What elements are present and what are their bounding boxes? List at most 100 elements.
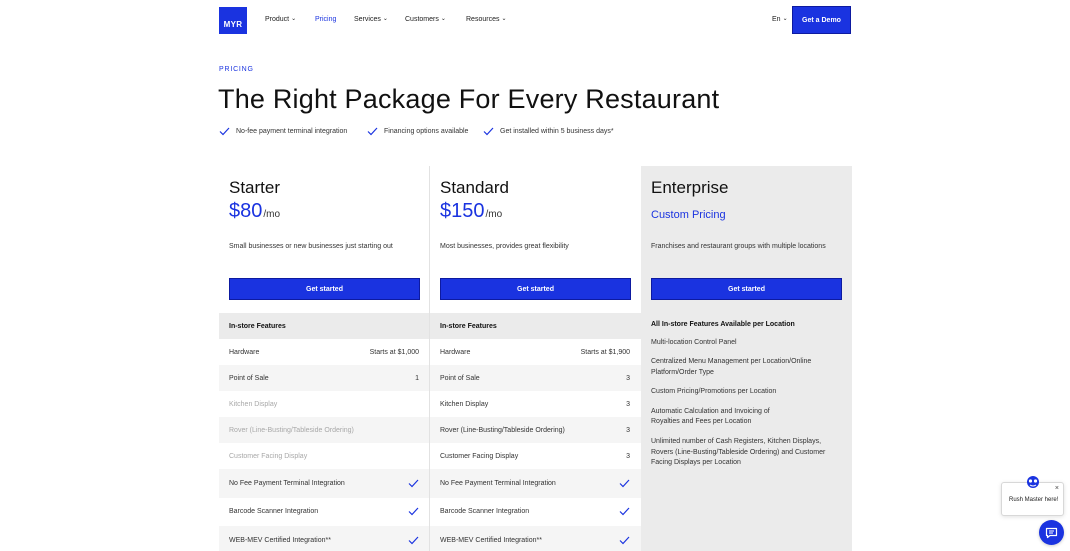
chat-icon: [1045, 527, 1058, 538]
feature-label: WEB-MEV Certified Integration**: [440, 536, 542, 544]
feature-label: Customer Facing Display: [229, 452, 308, 460]
feature-label: Barcode Scanner Integration: [440, 508, 530, 516]
plan-price-amount: $80: [229, 200, 263, 222]
get-started-button[interactable]: Get started: [229, 278, 420, 300]
nav-item-label: Services: [354, 16, 381, 23]
plan-name: Starter: [229, 178, 281, 197]
hero-bullet: No-fee payment terminal integration: [219, 127, 347, 136]
close-icon[interactable]: ×: [1055, 485, 1059, 492]
plan-description: Franchises and restaurant groups with mu…: [651, 243, 826, 250]
feature-table: In-store Features Hardware Starts at $1,0…: [219, 313, 430, 551]
list-item: Custom Pricing/Promotions per Location: [651, 388, 777, 396]
check-icon: [408, 536, 419, 545]
chat-avatar-icon: [1027, 476, 1039, 488]
list-item: Centralized Menu Management per Location…: [651, 358, 812, 377]
feature-label: Kitchen Display: [229, 400, 278, 408]
plan-enterprise: Enterprise Custom Pricing Franchises and…: [641, 166, 852, 551]
feature-row: Customer Facing Display: [219, 443, 430, 469]
hero-bullets: No-fee payment terminal integration Fina…: [219, 127, 739, 141]
plan-price-period: /mo: [263, 209, 281, 220]
list-item: Unlimited number of Cash Registers, Kitc…: [651, 437, 826, 467]
nav-item-label: Resources: [466, 16, 500, 23]
feature-value: Starts at $1,900: [580, 348, 630, 356]
nav-item-label: Product: [265, 16, 290, 23]
feature-value: 3: [626, 452, 630, 460]
nav-item-customers[interactable]: Customers ⌄: [405, 16, 446, 23]
plan-description: Small businesses or new businesses just …: [229, 243, 393, 250]
nav-item-services[interactable]: Services ⌄: [354, 16, 388, 23]
plan-price: Custom Pricing: [651, 209, 726, 221]
feature-row: Hardware Starts at $1,900: [430, 339, 641, 365]
plan-name: Enterprise: [651, 178, 729, 197]
feature-label: Customer Facing Display: [440, 452, 519, 460]
hero-bullet-text: Financing options available: [384, 128, 469, 135]
feature-table-heading: In-store Features: [219, 313, 430, 339]
chevron-down-icon: ⌄: [501, 16, 507, 22]
feature-value: 3: [626, 400, 630, 408]
chat-launcher-button[interactable]: [1039, 520, 1064, 545]
check-icon: [619, 536, 630, 545]
top-nav: MYR Product ⌄ Pricing Services ⌄ Customers…: [0, 0, 1070, 41]
feature-label: Rover (Line-Busting/Tableside Ordering): [229, 426, 354, 434]
feature-row: Point of Sale 3: [430, 365, 641, 391]
plan-standard: Standard $150/mo Most businesses, provid…: [430, 166, 641, 551]
plan-price: $150/mo: [440, 200, 502, 223]
feature-row: Rover (Line-Busting/Tableside Ordering) 3: [430, 417, 641, 443]
get-started-button[interactable]: Get started: [440, 278, 631, 300]
check-icon: [619, 507, 630, 516]
plan-name: Standard: [440, 178, 509, 197]
check-icon: [483, 127, 494, 136]
check-icon: [408, 507, 419, 516]
get-started-button[interactable]: Get started: [651, 278, 842, 300]
check-icon: [219, 127, 230, 136]
feature-table: In-store Features Hardware Starts at $1,9…: [430, 313, 641, 551]
feature-row: Barcode Scanner Integration: [430, 498, 641, 527]
hero-bullet-text: Get installed within 5 business days*: [500, 128, 614, 135]
feature-row: Kitchen Display: [219, 391, 430, 417]
nav-item-label: Pricing: [315, 16, 337, 23]
feature-label: No Fee Payment Terminal Integration: [440, 479, 556, 487]
feature-value: 1: [415, 374, 419, 382]
feature-table-heading: In-store Features: [430, 313, 641, 339]
feature-label: No Fee Payment Terminal Integration: [229, 479, 345, 487]
nav-item-label: Customers: [405, 16, 439, 23]
nav-item-pricing[interactable]: Pricing: [315, 16, 336, 23]
feature-value: 3: [626, 374, 630, 382]
feature-label: Point of Sale: [440, 374, 480, 382]
check-icon: [367, 127, 378, 136]
feature-row: No Fee Payment Terminal Integration: [219, 469, 430, 498]
feature-value: Starts at $1,000: [369, 348, 419, 356]
language-label: En: [772, 16, 781, 23]
feature-value: 3: [626, 426, 630, 434]
feature-row: Barcode Scanner Integration: [219, 498, 430, 527]
plan-starter: Starter $80/mo Small businesses or new b…: [219, 166, 430, 551]
nav-item-product[interactable]: Product ⌄: [265, 16, 296, 23]
feature-row: Hardware Starts at $1,000: [219, 339, 430, 365]
chevron-down-icon: ⌄: [782, 16, 788, 22]
feature-row: No Fee Payment Terminal Integration: [430, 469, 641, 498]
chat-message: Rush Master here!: [1009, 497, 1059, 503]
nav-item-resources[interactable]: Resources ⌄: [466, 16, 507, 23]
get-a-demo-button[interactable]: Get a Demo: [792, 6, 851, 34]
feature-row: Point of Sale 1: [219, 365, 430, 391]
feature-row: Kitchen Display 3: [430, 391, 641, 417]
feature-label: Hardware: [440, 348, 471, 356]
feature-label: Point of Sale: [229, 374, 269, 382]
language-selector[interactable]: En ⌄: [772, 16, 788, 23]
feature-label: Kitchen Display: [440, 400, 489, 408]
list-item: Multi-location Control Panel: [651, 339, 737, 346]
feature-row: WEB-MEV Certified Integration**: [219, 526, 430, 551]
feature-row: Customer Facing Display 3: [430, 443, 641, 469]
check-icon: [408, 479, 419, 488]
logo[interactable]: MYR: [219, 7, 247, 34]
chevron-down-icon: ⌄: [440, 16, 446, 22]
check-icon: [619, 479, 630, 488]
enterprise-feature-heading: All In-store Features Available per Loca…: [651, 321, 795, 328]
feature-label: Rover (Line-Busting/Tableside Ordering): [440, 426, 565, 434]
feature-label: WEB-MEV Certified Integration**: [229, 536, 331, 544]
feature-label: Hardware: [229, 348, 260, 356]
hero-bullet: Financing options available: [367, 127, 468, 136]
plan-price-amount: $150: [440, 200, 485, 222]
feature-row: WEB-MEV Certified Integration**: [430, 526, 641, 551]
hero-bullet-text: No-fee payment terminal integration: [236, 128, 348, 135]
